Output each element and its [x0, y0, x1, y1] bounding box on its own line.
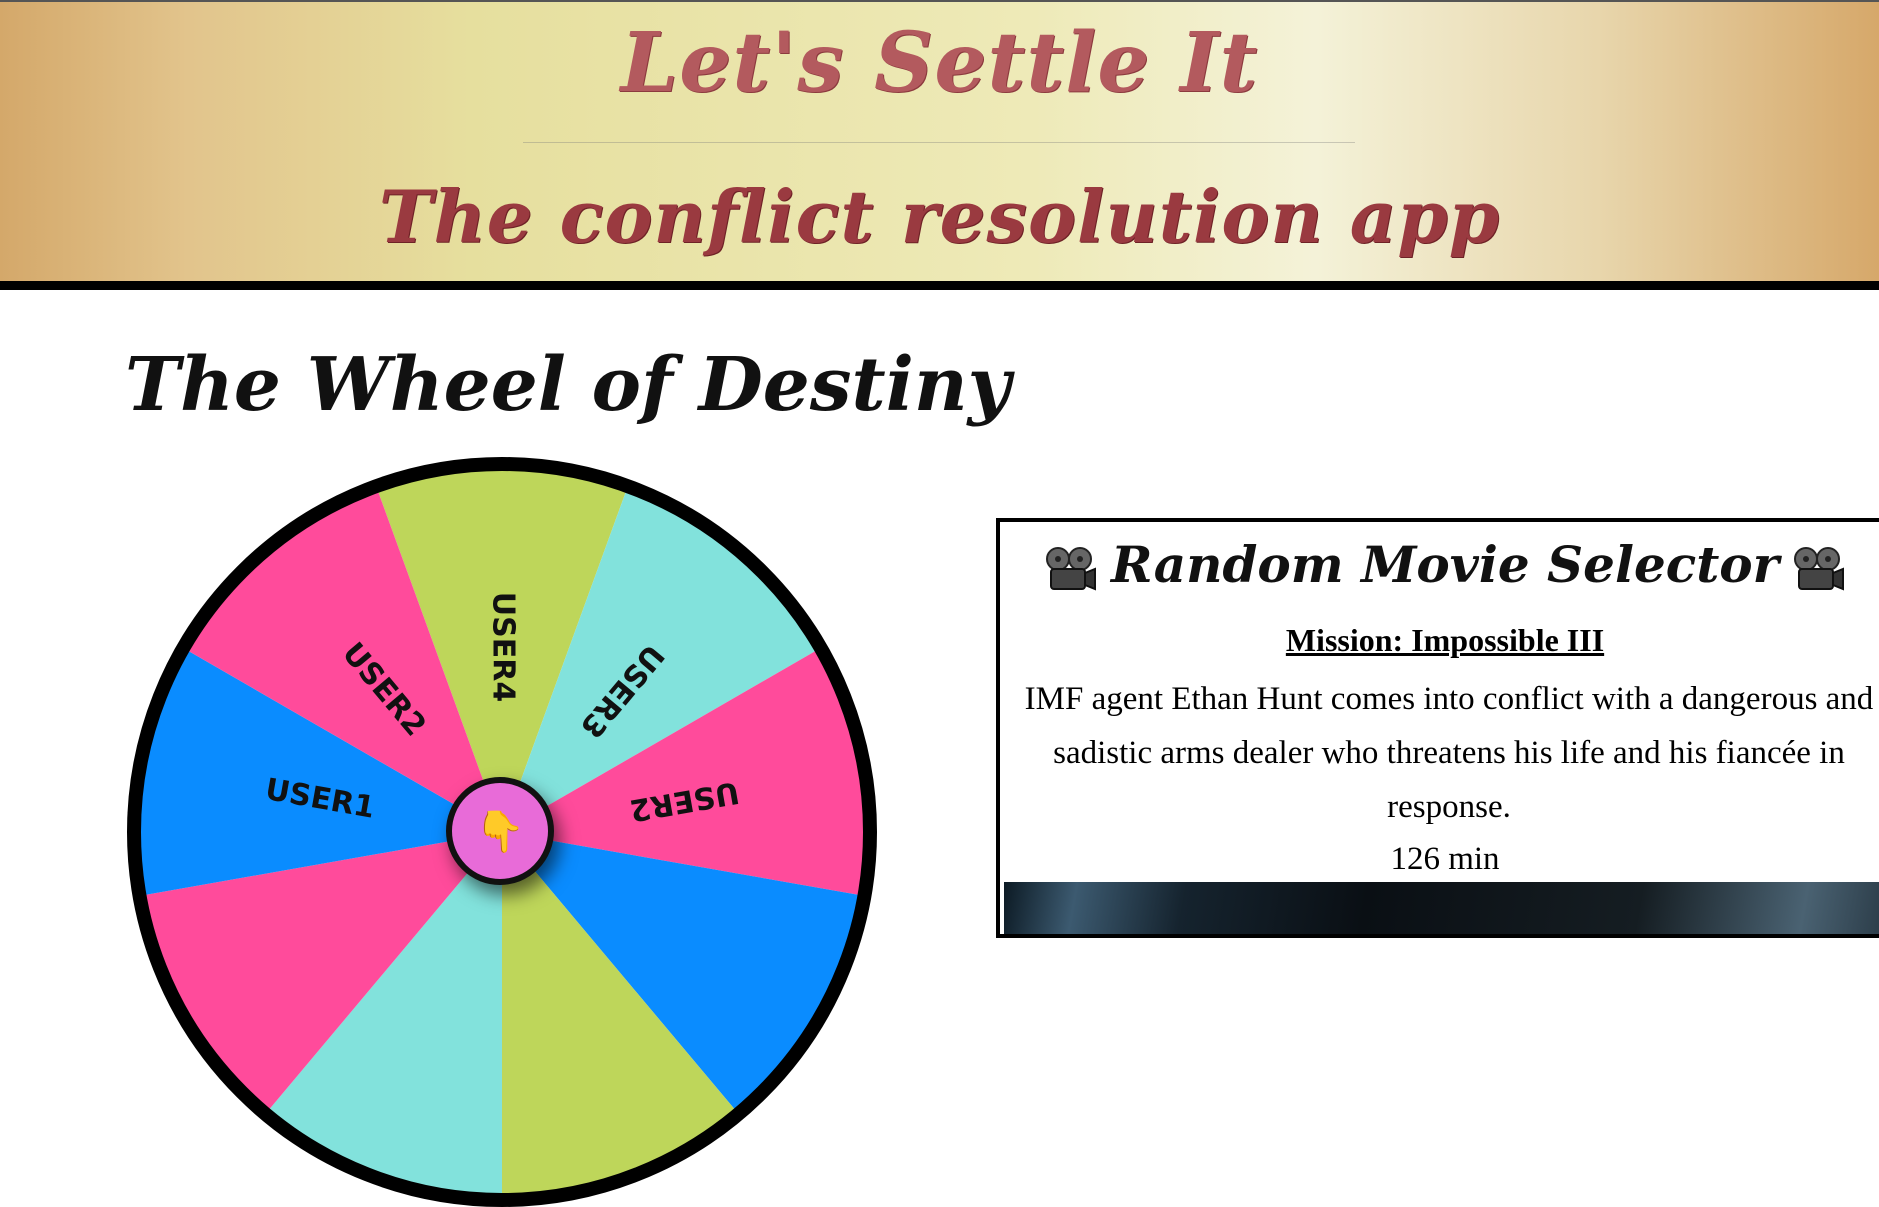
- film-camera-icon: [1046, 547, 1096, 591]
- movie-poster: [1004, 882, 1879, 934]
- spin-button[interactable]: 👇: [446, 777, 554, 885]
- wheel-heading: The Wheel of Destiny: [125, 342, 1011, 428]
- header-divider: [523, 142, 1355, 143]
- app-title: Let's Settle It: [620, 15, 1259, 111]
- movie-heading: Random Movie Selector: [1000, 530, 1879, 600]
- pointing-hand-icon: 👇: [475, 808, 525, 855]
- header-banner: Let's Settle It The conflict resolution …: [0, 0, 1879, 290]
- movie-runtime: 126 min: [1390, 841, 1500, 877]
- movie-description: IMF agent Ethan Hunt comes into conflict…: [1024, 681, 1874, 825]
- movie-selector-card: Random Movie Selector Mission: Impossibl…: [996, 518, 1879, 938]
- app-subtitle: The conflict resolution app: [378, 174, 1501, 259]
- film-camera-icon: [1794, 547, 1844, 591]
- movie-title: Mission: Impossible III: [1285, 622, 1605, 658]
- movie-heading-text: Random Movie Selector: [1111, 535, 1779, 594]
- wheel-segment-label: USER4: [486, 592, 521, 702]
